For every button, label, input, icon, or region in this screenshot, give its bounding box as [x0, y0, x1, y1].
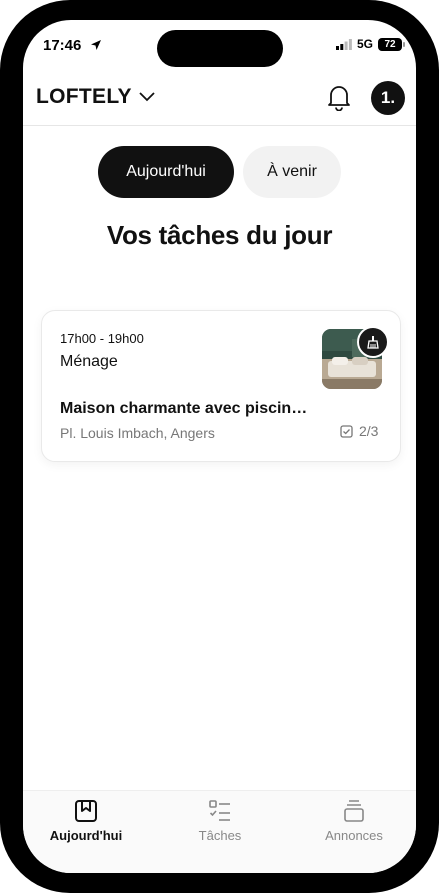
app-header: LOFTELY 1.	[23, 75, 416, 126]
nav-listings-label: Annonces	[325, 828, 383, 843]
property-address: Pl. Louis Imbach, Angers	[60, 425, 215, 441]
day-filter-tabs: Aujourd'hui À venir	[23, 146, 416, 198]
phone-frame: 17:46 5G 72 LOFTELY 1. Aujourd'hui À ven…	[0, 0, 439, 893]
task-time-range: 17h00 - 19h00	[60, 331, 144, 346]
task-type: Ménage	[60, 353, 118, 370]
notifications-button[interactable]	[326, 83, 352, 116]
nav-tasks-label: Tâches	[198, 828, 242, 843]
tab-today[interactable]: Aujourd'hui	[98, 146, 234, 198]
property-title: Maison charmante avec piscin…	[60, 400, 308, 417]
battery-level: 72	[384, 38, 396, 50]
chevron-down-icon	[139, 92, 155, 102]
broom-icon	[367, 336, 379, 349]
checklist-progress: 2/3	[340, 423, 378, 439]
brand-name: LOFTELY	[36, 85, 132, 108]
nav-today[interactable]: Aujourd'hui	[31, 799, 141, 843]
location-arrow-icon	[90, 38, 102, 56]
nav-today-label: Aujourd'hui	[49, 828, 123, 843]
status-bar: 17:46 5G 72	[23, 20, 416, 70]
status-indicators: 5G 72	[335, 37, 405, 51]
workspace-switcher[interactable]: LOFTELY	[36, 85, 156, 109]
cleaning-badge	[357, 326, 389, 358]
battery-icon: 72	[378, 37, 405, 51]
tab-upcoming[interactable]: À venir	[243, 146, 341, 198]
app-screen: 17:46 5G 72 LOFTELY 1. Aujourd'hui À ven…	[23, 20, 416, 873]
page-title: Vos tâches du jour	[106, 220, 333, 250]
checklist-icon	[209, 800, 230, 821]
task-card[interactable]: 17h00 - 19h00 Ménage Maison charmante av…	[41, 310, 401, 462]
side-button	[0, 236, 2, 300]
nav-listings[interactable]: Annonces	[299, 799, 409, 843]
checkbox-icon	[340, 424, 353, 438]
side-button	[0, 312, 2, 376]
status-time: 17:46	[43, 37, 82, 54]
calendar-bookmark-icon	[75, 800, 97, 822]
progress-count: 2/3	[359, 423, 379, 439]
avatar[interactable]: 1.	[371, 81, 405, 115]
nav-tasks[interactable]: Tâches	[165, 799, 275, 843]
stack-icon	[344, 800, 364, 822]
bottom-nav: Aujourd'hui Tâches Annonces	[23, 790, 416, 873]
side-button	[0, 172, 2, 206]
bell-icon	[328, 86, 350, 112]
network-label: 5G	[356, 37, 373, 51]
avatar-initial: 1.	[380, 88, 396, 107]
signal-icon	[335, 38, 352, 50]
dynamic-island	[157, 30, 283, 67]
